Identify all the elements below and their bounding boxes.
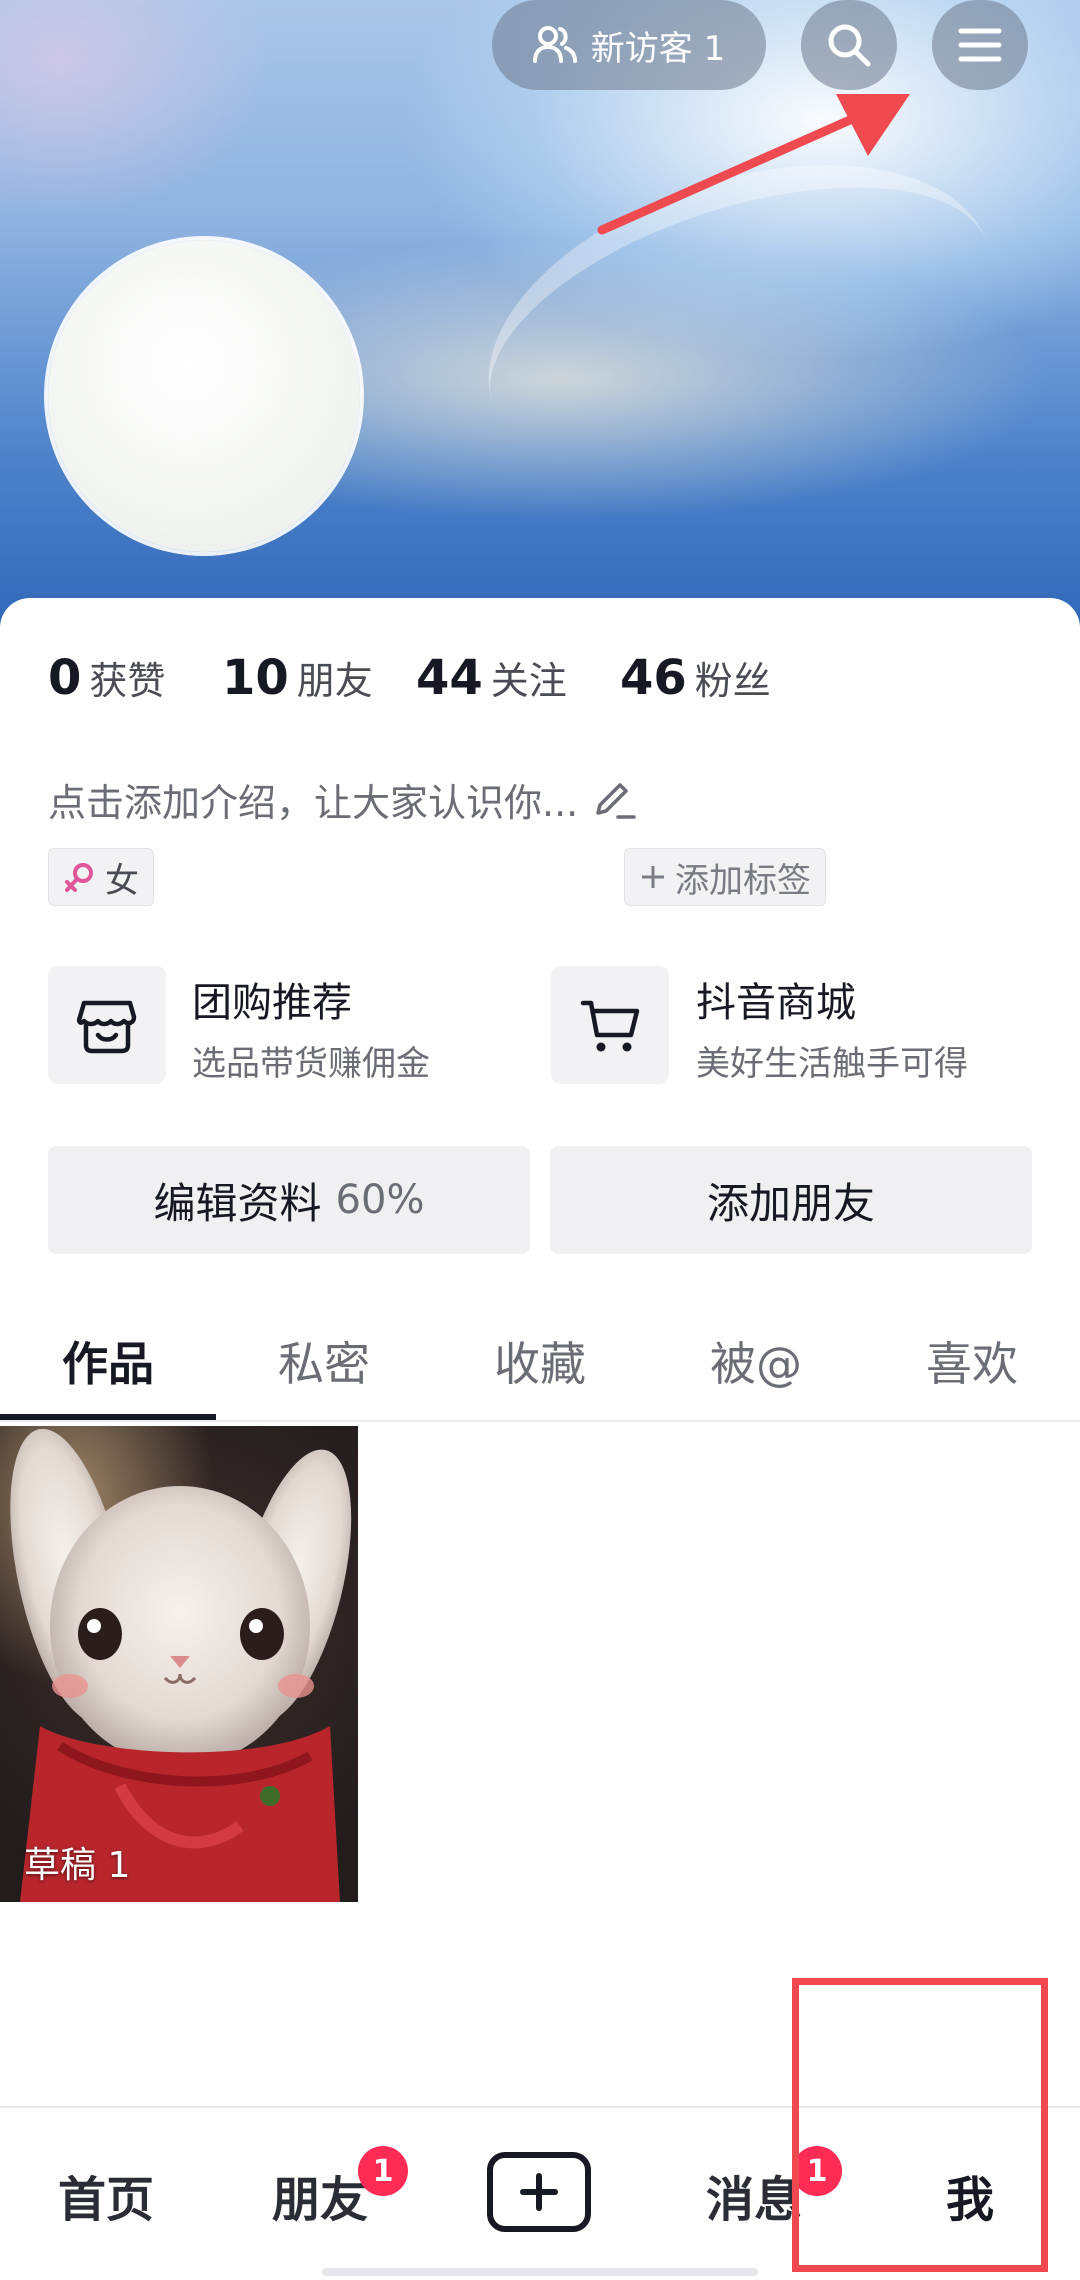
tabs-divider — [0, 1420, 1080, 1422]
stat-likes: 0 获赞 — [48, 650, 165, 710]
tab-works[interactable]: 作品 — [0, 1328, 216, 1400]
tab-favorites[interactable]: 收藏 — [432, 1328, 648, 1400]
home-indicator — [322, 2268, 758, 2276]
mall-title[interactable]: 抖音商城 — [696, 970, 856, 1028]
stat-friends-value: 10 — [222, 650, 289, 706]
cart-icon — [580, 1000, 640, 1052]
pencil-icon — [596, 782, 636, 819]
annotation-arrow — [597, 94, 910, 235]
edit-profile-button[interactable]: 编辑资料 60% — [48, 1146, 530, 1254]
tab-mentioned[interactable]: 被@ — [648, 1328, 864, 1400]
gender-tag-label: 女 — [105, 860, 139, 901]
create-button[interactable] — [487, 2152, 591, 2232]
stat-likes-value: 0 — [48, 650, 82, 706]
nav-home[interactable]: 首页 — [58, 2160, 154, 2230]
stat-friends[interactable]: 10 朋友 — [222, 650, 373, 710]
bio-placeholder: 点击添加介绍，让大家认识你... — [48, 781, 579, 825]
stat-friends-label: 朋友 — [296, 659, 373, 703]
new-visitors-label: 新访客 1 — [590, 28, 726, 69]
stat-followers[interactable]: 46 粉丝 — [620, 650, 771, 710]
new-visitors-button[interactable]: 新访客 1 — [492, 0, 766, 90]
menu-button[interactable] — [932, 0, 1028, 90]
female-icon — [65, 863, 93, 892]
tab-active-indicator — [0, 1414, 216, 1420]
bunny-illustration — [0, 1426, 358, 1902]
annotation-box — [792, 1978, 1048, 2272]
tab-likes[interactable]: 喜欢 — [864, 1328, 1080, 1400]
menu-icon — [958, 28, 1002, 62]
search-button[interactable] — [801, 0, 897, 90]
friends-badge: 1 — [358, 2146, 408, 2196]
add-tag-button[interactable]: 添加标签 — [624, 848, 826, 906]
mall-entry[interactable] — [551, 966, 669, 1084]
avatar[interactable] — [48, 240, 360, 552]
profile-completion: 60% — [335, 1177, 425, 1223]
search-icon — [828, 24, 871, 67]
nav-friends[interactable]: 朋友 — [272, 2160, 368, 2230]
visitors-icon — [532, 26, 577, 63]
stat-followers-label: 粉丝 — [694, 659, 771, 703]
draft-count-label: 草稿 1 — [24, 1845, 131, 1886]
edit-profile-label: 编辑资料 — [153, 1178, 322, 1228]
groupbuy-entry[interactable] — [48, 966, 166, 1084]
draft-thumbnail[interactable] — [0, 1426, 358, 1902]
store-icon — [76, 1000, 137, 1054]
plus-icon — [520, 2173, 558, 2211]
stat-following[interactable]: 44 关注 — [416, 650, 567, 710]
groupbuy-subtitle: 选品带货赚佣金 — [192, 1044, 430, 1084]
groupbuy-title[interactable]: 团购推荐 — [192, 970, 352, 1028]
stat-followers-value: 46 — [620, 650, 687, 706]
mall-subtitle: 美好生活触手可得 — [696, 1044, 968, 1084]
stat-following-label: 关注 — [490, 659, 567, 703]
bio-field[interactable]: 点击添加介绍，让大家认识你... — [48, 772, 638, 827]
add-tag-label: 添加标签 — [675, 860, 811, 901]
add-friend-button[interactable]: 添加朋友 — [550, 1146, 1032, 1254]
stat-likes-label: 获赞 — [89, 659, 166, 703]
gender-tag[interactable]: 女 — [48, 848, 154, 906]
plus-icon — [642, 866, 664, 888]
add-friend-label: 添加朋友 — [706, 1178, 875, 1228]
tab-private[interactable]: 私密 — [216, 1328, 432, 1400]
nav-messages[interactable]: 消息 — [706, 2160, 802, 2230]
stat-following-value: 44 — [416, 650, 483, 706]
